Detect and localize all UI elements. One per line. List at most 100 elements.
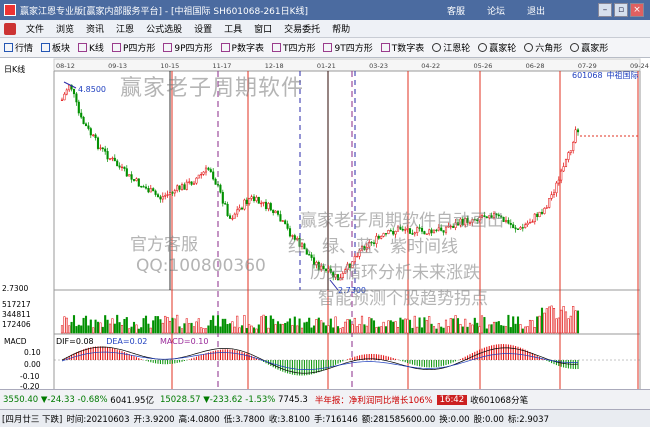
menu-formula[interactable]: 公式选股 <box>140 22 188 35</box>
volume-bar <box>423 317 426 334</box>
macd-legend: DIF=0.08 DEA=0.02 MACD=0.10 <box>56 337 218 346</box>
candle-body <box>243 199 246 210</box>
date-tick: 04-22 <box>421 62 440 70</box>
bar-close: 收:3.8100 <box>268 414 310 425</box>
menu-browse[interactable]: 浏览 <box>50 22 80 35</box>
candle-body <box>195 177 198 184</box>
tool-t-square[interactable]: T四方形 <box>268 41 320 54</box>
menu-tools[interactable]: 工具 <box>218 22 248 35</box>
volume-bar <box>152 320 155 334</box>
menu-settings[interactable]: 设置 <box>188 22 218 35</box>
volume-bar <box>404 318 407 334</box>
volume-bar <box>490 324 493 334</box>
minimize-icon[interactable]: – <box>598 3 612 17</box>
volume-bar <box>286 321 289 334</box>
favorite-button[interactable]: 收601068分笔 <box>467 394 531 406</box>
candle-body <box>456 222 460 226</box>
candle-body <box>178 185 181 190</box>
candle-body <box>288 228 292 237</box>
candle-body <box>564 159 568 167</box>
volume-bar <box>113 323 116 334</box>
menu-file[interactable]: 文件 <box>20 22 50 35</box>
candle-body <box>89 128 92 136</box>
volume-bar <box>176 314 179 334</box>
volume-bar <box>310 327 313 334</box>
volume-bar <box>166 317 169 334</box>
maximize-icon[interactable]: ▫ <box>614 3 628 17</box>
candle-body <box>207 167 210 170</box>
candle-body <box>490 215 493 218</box>
volume-bar <box>572 306 575 334</box>
volume-bar <box>195 321 198 334</box>
candle-body <box>279 214 282 222</box>
kline-chart[interactable]: 08-12 09-13 10-15 11-17 12-18 01-21 03-23 04-22… <box>0 58 650 409</box>
volume-bar <box>317 317 320 334</box>
volume-bar <box>168 320 172 334</box>
volume-bar <box>185 318 188 334</box>
tool-gann-wheel[interactable]: 江恩轮 <box>428 41 474 54</box>
tool-sector[interactable]: 板块 <box>37 41 74 54</box>
sz-index[interactable]: 15028.57 ▼-233.62 -1.53% 7745.3 <box>157 395 311 405</box>
volume-bar <box>430 323 433 334</box>
bar-high: 高:4.0800 <box>178 414 220 425</box>
candle-body <box>274 210 277 214</box>
high-price-label: 4.8500 <box>78 85 106 94</box>
tool-winner-shape[interactable]: 赢家形 <box>566 41 612 54</box>
tool-p-table[interactable]: P数字表 <box>217 41 268 54</box>
candle-body <box>461 218 464 226</box>
volume-bar <box>255 328 258 334</box>
candle-body <box>315 261 318 265</box>
candle-body <box>524 224 527 228</box>
volume-bar <box>512 316 515 334</box>
volume-bar <box>305 321 308 334</box>
volume-bar <box>84 315 88 334</box>
tool-kline[interactable]: K线 <box>74 41 108 54</box>
candle-body <box>113 157 116 162</box>
volume-bar <box>399 317 402 334</box>
tool-p-square[interactable]: P四方形 <box>108 41 159 54</box>
volume-bar <box>70 321 73 334</box>
volume-bar <box>533 327 536 334</box>
candle-body <box>435 229 438 232</box>
candle-body <box>533 213 536 222</box>
service-button[interactable]: 客服 <box>436 3 476 17</box>
menu-gann[interactable]: 江恩 <box>110 22 140 35</box>
9t-square-icon <box>323 43 333 52</box>
close-icon[interactable]: × <box>630 3 644 17</box>
date-tick: 08-12 <box>56 62 75 70</box>
volume-bar <box>260 316 263 334</box>
menu-news[interactable]: 资讯 <box>80 22 110 35</box>
candle-body <box>454 222 457 228</box>
sh-index[interactable]: 3550.40 ▼-24.33 -0.68% 6041.95亿 <box>0 394 157 406</box>
news-ticker[interactable]: 半年报：净利润同比增长106% <box>311 394 433 406</box>
tool-hexagon[interactable]: 六角形 <box>520 41 566 54</box>
volume-axis-mid: 344811 <box>2 310 31 319</box>
bar-info: [四月廿三 下跌] 时间:20210603 开:3.9200 高:4.0800 … <box>0 409 650 427</box>
candle-body <box>380 236 383 239</box>
exit-button[interactable]: 退出 <box>516 3 556 17</box>
p-square-icon <box>111 43 121 52</box>
tool-winner-wheel[interactable]: 赢家轮 <box>474 41 520 54</box>
winner-wheel-icon <box>478 43 488 52</box>
tool-9p-square[interactable]: 9P四方形 <box>159 41 216 54</box>
tool-9t-square[interactable]: 9T四方形 <box>319 41 376 54</box>
menu-help[interactable]: 帮助 <box>326 22 356 35</box>
volume-bar <box>507 314 510 334</box>
forum-button[interactable]: 论坛 <box>476 3 516 17</box>
volume-bar <box>377 326 380 334</box>
volume-bar <box>416 326 419 334</box>
volume-bar <box>356 326 359 334</box>
tool-t-table[interactable]: T数字表 <box>377 41 429 54</box>
tool-quotes[interactable]: 行情 <box>0 41 37 54</box>
volume-bar <box>231 321 234 334</box>
volume-bar <box>322 322 325 334</box>
volume-bar <box>99 322 102 334</box>
candle-body <box>216 184 220 186</box>
candle-body <box>507 219 510 224</box>
volume-bar <box>435 328 438 334</box>
menu-window[interactable]: 窗口 <box>248 22 278 35</box>
candle-body <box>104 148 107 152</box>
menu-trade[interactable]: 交易委托 <box>278 22 326 35</box>
candle-body <box>300 243 304 247</box>
volume-bar <box>77 324 80 334</box>
